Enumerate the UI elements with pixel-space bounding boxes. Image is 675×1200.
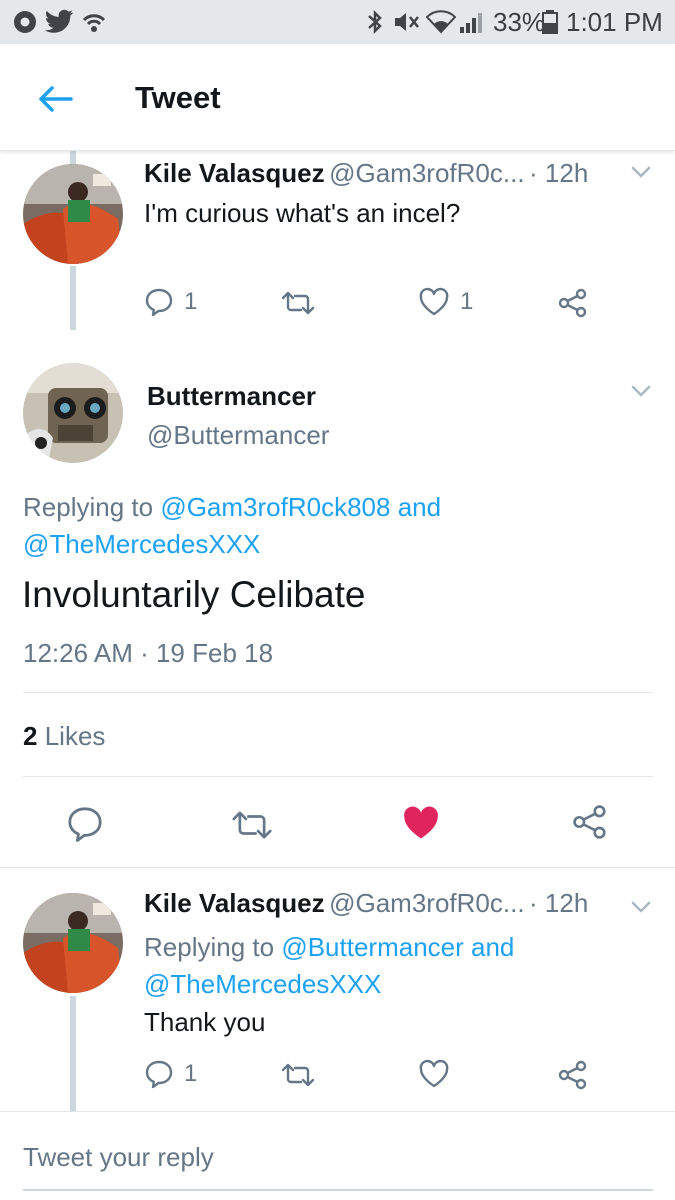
tweet-menu-button[interactable] bbox=[630, 164, 652, 185]
reply-icon bbox=[145, 1060, 173, 1089]
timestamp: · 12h bbox=[529, 158, 589, 188]
share-icon bbox=[558, 1060, 587, 1090]
display-name[interactable]: Buttermancer bbox=[147, 381, 316, 412]
retweet-button[interactable] bbox=[280, 1061, 316, 1089]
chevron-down-icon bbox=[631, 385, 651, 397]
share-button[interactable] bbox=[571, 803, 609, 841]
like-button[interactable]: 1 bbox=[418, 287, 473, 317]
battery-percent: 33% bbox=[493, 6, 546, 37]
tweet-timestamp: 12:26 AM · 19 Feb 18 bbox=[23, 638, 274, 668]
tweet-text: Involuntarily Celibate bbox=[22, 574, 366, 615]
like-button[interactable] bbox=[418, 1059, 450, 1089]
tweet-header: Kile Valasquez @Gam3rofR0c... · 12h bbox=[144, 888, 588, 919]
back-arrow-icon bbox=[39, 86, 73, 112]
avatar[interactable] bbox=[23, 363, 123, 463]
tweet-header: Kile Valasquez @Gam3rofR0c... · 12h bbox=[144, 158, 588, 189]
likes-count: 2 bbox=[23, 721, 38, 751]
heart-outline-icon bbox=[419, 287, 449, 316]
status-bar: 33% 1:01 PM bbox=[0, 0, 675, 44]
retweet-button[interactable] bbox=[280, 289, 316, 317]
wifi-call-icon bbox=[80, 0, 108, 44]
reply-count: 1 bbox=[184, 288, 198, 315]
replying-to: Replying to @Buttermancer and @TheMerced… bbox=[144, 929, 654, 1003]
avatar[interactable] bbox=[23, 164, 123, 264]
share-button[interactable] bbox=[557, 287, 589, 319]
tweet-menu-button[interactable] bbox=[630, 383, 652, 404]
tweet-text: Thank you bbox=[144, 1007, 266, 1037]
reply-input-placeholder[interactable]: Tweet your reply bbox=[23, 1142, 214, 1173]
mention-link[interactable]: @Gam3rofR0ck808 bbox=[160, 492, 390, 522]
twitter-bird-icon bbox=[44, 0, 74, 44]
divider bbox=[23, 776, 653, 777]
retweet-icon bbox=[281, 291, 315, 315]
avatar-image bbox=[23, 893, 123, 993]
bluetooth-icon bbox=[366, 0, 384, 44]
thread-line bbox=[70, 266, 76, 330]
username[interactable]: @Gam3rofR0c... bbox=[329, 888, 524, 918]
clock: 1:01 PM bbox=[566, 6, 663, 37]
mention-link[interactable]: @TheMercedesXXX bbox=[144, 969, 381, 999]
likes-summary[interactable]: 2 Likes bbox=[23, 721, 105, 752]
display-name[interactable]: Kile Valasquez bbox=[144, 158, 325, 188]
username[interactable]: @Gam3rofR0c... bbox=[329, 158, 524, 188]
app-header: Tweet bbox=[0, 44, 675, 151]
heart-filled-icon bbox=[404, 806, 438, 839]
tweet-text: I'm curious what's an incel? bbox=[144, 198, 461, 228]
share-icon bbox=[573, 805, 606, 839]
replying-and[interactable]: and bbox=[471, 932, 514, 962]
reply-button[interactable]: 1 bbox=[144, 287, 197, 317]
replying-prefix: Replying to bbox=[144, 932, 275, 962]
chevron-down-icon bbox=[631, 901, 651, 913]
retweet-button[interactable] bbox=[230, 808, 274, 842]
replying-prefix: Replying to bbox=[23, 492, 154, 522]
opera-icon bbox=[12, 0, 38, 44]
likes-label: Likes bbox=[44, 721, 106, 751]
retweet-icon bbox=[232, 811, 272, 839]
share-icon bbox=[558, 288, 587, 318]
reply-button[interactable]: 1 bbox=[144, 1059, 197, 1089]
signal-icon bbox=[458, 0, 486, 44]
divider bbox=[23, 692, 653, 693]
replying-and[interactable]: and bbox=[398, 492, 441, 522]
thread-line bbox=[70, 996, 76, 1111]
reply-icon bbox=[145, 288, 173, 317]
input-underline bbox=[23, 1189, 653, 1191]
tweet-menu-button[interactable] bbox=[630, 899, 652, 920]
reply-count: 1 bbox=[184, 1060, 198, 1087]
display-name[interactable]: Kile Valasquez bbox=[144, 888, 325, 918]
timestamp: · 12h bbox=[529, 888, 589, 918]
mute-icon bbox=[392, 0, 420, 44]
replying-to: Replying to @Gam3rofR0ck808 and @TheMerc… bbox=[23, 489, 643, 563]
mention-link[interactable]: @TheMercedesXXX bbox=[23, 529, 260, 559]
heart-outline-icon bbox=[419, 1059, 449, 1088]
reply-button[interactable] bbox=[66, 805, 104, 843]
mention-link[interactable]: @Buttermancer bbox=[281, 932, 463, 962]
back-button[interactable] bbox=[30, 74, 80, 124]
wifi-icon bbox=[426, 0, 456, 44]
page-title: Tweet bbox=[135, 80, 221, 115]
battery-icon bbox=[542, 0, 558, 44]
reply-composer[interactable]: Tweet your reply bbox=[0, 1112, 675, 1200]
retweet-icon bbox=[281, 1063, 315, 1087]
avatar[interactable] bbox=[23, 893, 123, 993]
divider bbox=[0, 867, 675, 868]
username[interactable]: @Buttermancer bbox=[147, 420, 329, 451]
like-button[interactable] bbox=[402, 805, 440, 841]
share-button[interactable] bbox=[557, 1059, 589, 1091]
like-count: 1 bbox=[460, 288, 474, 315]
reply-icon bbox=[68, 807, 102, 842]
avatar-image bbox=[23, 363, 123, 463]
avatar-image bbox=[23, 164, 123, 264]
thread-line-top bbox=[70, 150, 76, 164]
chevron-down-icon bbox=[631, 166, 651, 178]
